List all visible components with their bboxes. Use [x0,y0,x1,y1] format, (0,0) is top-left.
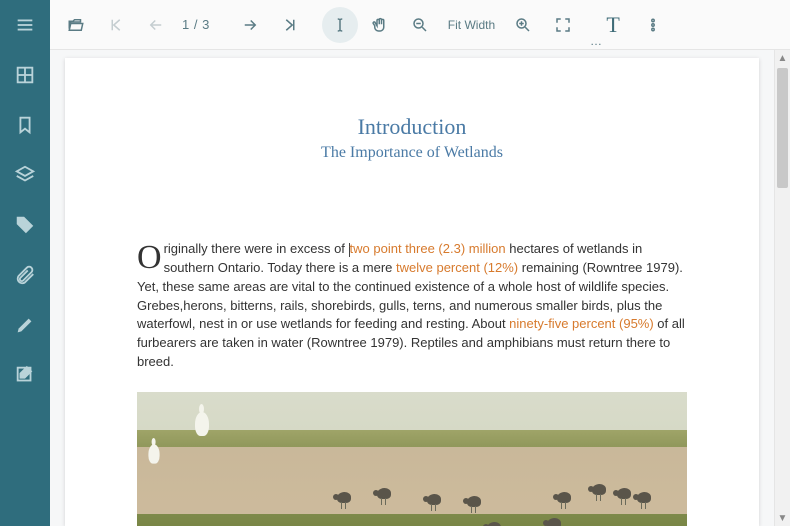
bird-small [467,496,481,507]
compose-icon [14,364,36,386]
text-cursor-icon [331,16,349,34]
next-page-button[interactable] [232,7,268,43]
edit-button[interactable] [0,300,50,350]
compose-button[interactable] [0,350,50,400]
zoom-out-button[interactable] [402,7,438,43]
attachments-button[interactable] [0,250,50,300]
doc-paragraph-1[interactable]: Originally there were in excess of two p… [137,240,687,372]
bird-small [487,522,501,526]
scroll-down-arrow[interactable]: ▼ [775,510,790,526]
bird-small [337,492,351,503]
bird-egret [148,444,159,463]
document-scroll[interactable]: Introduction The Importance of Wetlands … [50,50,774,526]
app-root: 1 / 3 Fit Width [0,0,790,526]
overflow-indicator: … [590,34,603,48]
pencil-icon [14,314,36,336]
paperclip-icon [14,264,36,286]
last-page-button[interactable] [272,7,308,43]
thumbnails-button[interactable] [0,50,50,100]
menu-button[interactable] [0,0,50,50]
p1-highlight-2: twelve percent (12%) [396,260,518,275]
bookmark-icon [14,114,36,136]
zoom-out-icon [411,16,429,34]
layers-icon [14,164,36,186]
bird-small [547,518,561,526]
fullscreen-icon [554,16,572,34]
bookmarks-button[interactable] [0,100,50,150]
last-page-icon [281,16,299,34]
scroll-thumb[interactable] [777,68,788,188]
main-area: 1 / 3 Fit Width [50,0,790,526]
zoom-in-icon [514,16,532,34]
page-1: Introduction The Importance of Wetlands … [65,58,759,526]
more-tools-button[interactable] [635,7,671,43]
arrow-right-icon [241,16,259,34]
bird-small [637,492,651,503]
sidebar [0,0,50,526]
arrow-left-icon [147,16,165,34]
vertical-scrollbar[interactable]: ▲ ▼ [774,50,790,526]
first-page-icon [107,16,125,34]
bird-egret [195,412,209,436]
hand-icon [371,16,389,34]
p1-highlight-3: ninety-five percent (95%) [509,316,654,331]
pan-tool[interactable] [362,7,398,43]
bird-small [427,494,441,505]
text-select-tool[interactable] [322,7,358,43]
document-viewer: Introduction The Importance of Wetlands … [50,50,790,526]
fullscreen-button[interactable] [545,7,581,43]
open-file-button[interactable] [58,7,94,43]
prev-page-button[interactable] [138,7,174,43]
doc-image-wetlands [137,392,687,526]
scroll-up-arrow[interactable]: ▲ [775,50,790,66]
text-tool-icon: T [606,12,619,38]
zoom-in-button[interactable] [505,7,541,43]
zoom-mode-label[interactable]: Fit Width [442,18,501,32]
p1-highlight-1: two point three (2.3) million [350,241,506,256]
bird-small [617,488,631,499]
toolbar: 1 / 3 Fit Width [50,0,790,50]
doc-title: Introduction [137,114,687,140]
p1-seg-a: riginally there were in excess of [164,241,349,256]
tags-button[interactable] [0,200,50,250]
first-page-button[interactable] [98,7,134,43]
bird-small [557,492,571,503]
more-vertical-icon [644,16,662,34]
layers-button[interactable] [0,150,50,200]
tag-icon [14,214,36,236]
doc-subtitle: The Importance of Wetlands [137,144,687,162]
bird-small [377,488,391,499]
hamburger-icon [14,14,36,36]
dropcap: O [137,240,164,272]
folder-open-icon [67,16,85,34]
bird-small [592,484,606,495]
page-indicator[interactable]: 1 / 3 [178,17,228,32]
grid-icon [14,64,36,86]
